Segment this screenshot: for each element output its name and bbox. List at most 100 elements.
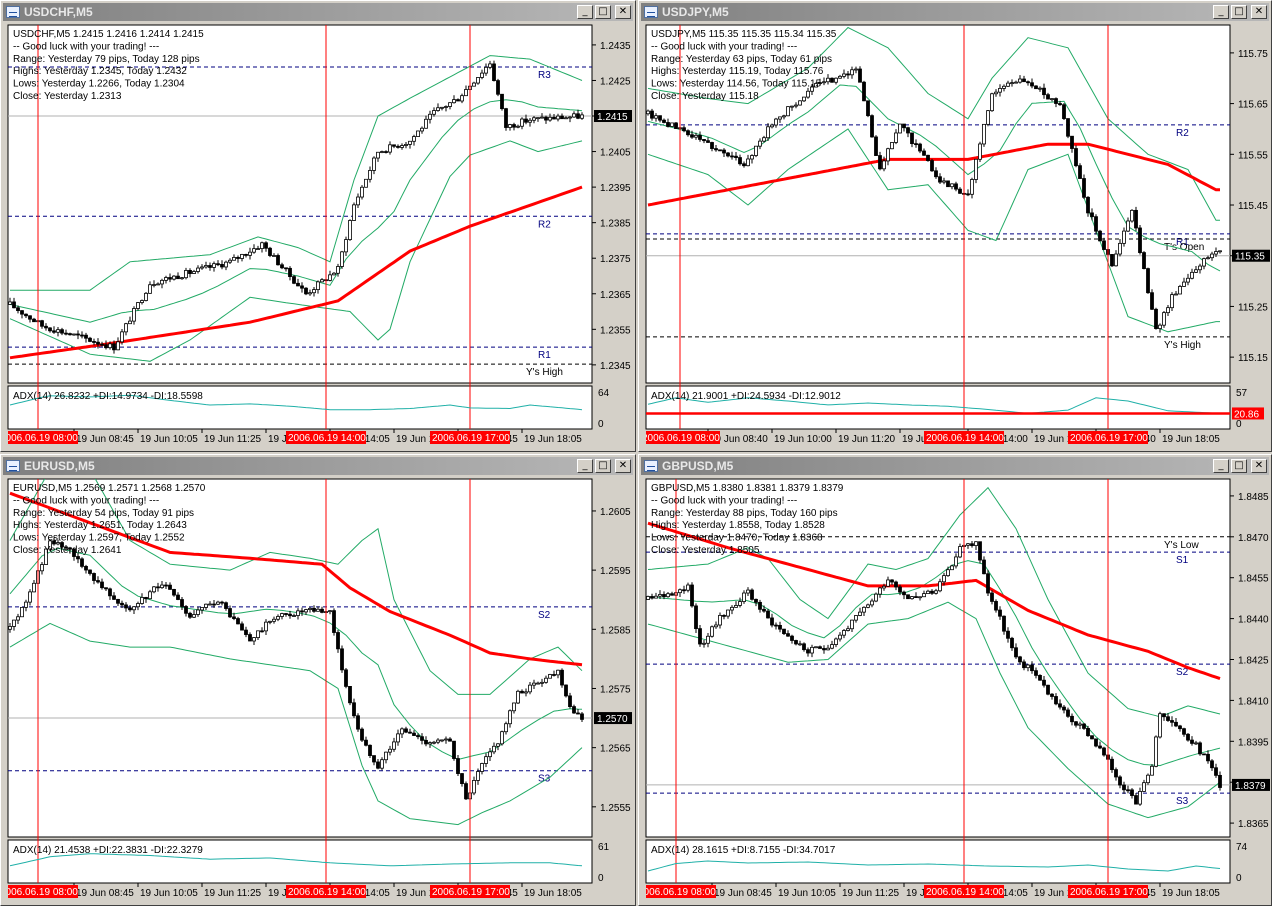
title-bar[interactable]: EURUSD,M5 _ □ ✕ (3, 457, 633, 475)
candle-body (874, 136, 878, 156)
maximize-button[interactable]: □ (595, 459, 611, 473)
candle-body (1102, 747, 1106, 756)
candle-body (1190, 739, 1194, 744)
candle-body (192, 271, 196, 274)
title-bar[interactable]: USDCHF,M5 _ □ ✕ (3, 3, 633, 21)
chart-window-icon (644, 6, 658, 18)
candle-body (942, 575, 946, 583)
candle-body (436, 107, 440, 111)
price-tick-label: 1.8395 (1238, 737, 1269, 748)
candle-body (938, 581, 942, 592)
chart-window-eurusd[interactable]: EURUSD,M5 _ □ ✕ S2 S3 EURUSD,M5 1.2569 1.2… (0, 454, 636, 906)
candle-body (650, 596, 654, 599)
close-button[interactable]: ✕ (615, 5, 631, 19)
candle-body (176, 594, 180, 600)
candle-body (228, 259, 232, 263)
chart-window-usdjpy[interactable]: USDJPY,M5 _ □ ✕ R2 R1 T's Open Y's High USDJ… (638, 0, 1272, 452)
chart-window-gbpusd[interactable]: GBPUSD,M5 _ □ ✕ Y's Low S1 S2 S3 GBPUSD,M5 1… (638, 454, 1272, 906)
price-chart[interactable]: R3 R2 R1 Y's High USDCHF,M5 1.2415 1.2416 1.… (1, 23, 635, 451)
minimize-button[interactable]: _ (577, 5, 593, 19)
candle-body (910, 132, 914, 145)
level-label: R2 (538, 219, 551, 230)
candle-body (328, 610, 332, 613)
candle-body (540, 116, 544, 119)
candle-body (1014, 647, 1018, 658)
candle-body (806, 90, 810, 98)
minimize-button[interactable]: _ (1213, 5, 1229, 19)
info-close: Close: Yesterday 1.2641 (13, 545, 122, 556)
title-bar[interactable]: USDJPY,M5 _ □ ✕ (641, 3, 1269, 21)
candle-body (356, 715, 360, 730)
candle-body (444, 738, 448, 741)
candle-body (216, 601, 220, 605)
candle-body (1134, 795, 1138, 805)
maximize-button[interactable]: □ (1231, 459, 1247, 473)
level-label: S2 (538, 610, 551, 621)
candle-body (172, 275, 176, 280)
candle-body (842, 630, 846, 636)
candle-body (758, 601, 762, 610)
close-button[interactable]: ✕ (615, 459, 631, 473)
time-label: 19 Jun 08:45 (76, 888, 134, 899)
time-label: 19 Jun 08:45 (76, 434, 134, 445)
candle-body (412, 136, 416, 142)
price-chart[interactable]: Y's LowS1S2S3GBPUSD,M5 1.8380 1.8381 1.8… (639, 477, 1271, 905)
candle-body (416, 130, 420, 137)
chart-window-icon (6, 6, 20, 18)
candle-body (196, 267, 200, 272)
close-button[interactable]: ✕ (1251, 459, 1267, 473)
candle-body (500, 93, 504, 110)
candle-body (388, 748, 392, 753)
maximize-button[interactable]: □ (595, 5, 611, 19)
candle-body (1178, 286, 1182, 295)
minimize-button[interactable]: _ (577, 459, 593, 473)
candle-body (866, 604, 870, 608)
price-chart[interactable]: S2S3EURUSD,M5 1.2569 1.2571 1.2568 1.257… (1, 477, 635, 905)
level-label: S3 (1176, 796, 1189, 807)
candle-body (128, 607, 132, 611)
candle-body (950, 183, 954, 188)
candle-body (516, 125, 520, 128)
candle-body (818, 646, 822, 649)
maximize-button[interactable]: □ (1231, 5, 1247, 19)
candle-body (180, 277, 184, 280)
candle-body (670, 593, 674, 596)
candle-body (376, 761, 380, 769)
title-bar[interactable]: GBPUSD,M5 _ □ ✕ (641, 457, 1269, 475)
candle-body (200, 266, 204, 269)
session-time-label: 2006.06.19 14:00 (288, 887, 366, 898)
price-chart[interactable]: R2R1T's OpenY's HighUSDJPY,M5 115.35 115… (639, 23, 1271, 451)
candle-body (1026, 81, 1030, 84)
candle-body (646, 110, 650, 115)
candle-body (762, 137, 766, 142)
candle-body (560, 115, 564, 120)
adx-label: ADX(14) 28.1615 +DI:8.7155 -DI:34.7017 (651, 845, 836, 856)
candle-body (830, 77, 834, 83)
info-range: Range: Yesterday 63 pips, Today 61 pips (651, 54, 832, 65)
candle-body (236, 618, 240, 625)
candle-body (966, 193, 970, 196)
candle-body (846, 628, 850, 631)
candle-body (1014, 81, 1018, 84)
candle-body (556, 115, 560, 120)
candle-body (926, 154, 930, 162)
time-label: 19 Jun 18:05 (1162, 888, 1220, 899)
close-button[interactable]: ✕ (1251, 5, 1267, 19)
candle-body (20, 606, 24, 618)
candle-body (28, 315, 32, 320)
candle-body (670, 122, 674, 127)
chart-window-usdchf[interactable]: USDCHF,M5 _ □ ✕ R3 R2 R1 Y's High USDCHF,M5 … (0, 0, 636, 452)
candle-body (400, 728, 404, 735)
candle-body (1022, 78, 1026, 83)
minimize-button[interactable]: _ (1213, 459, 1229, 473)
candle-body (488, 63, 492, 68)
candle-body (436, 739, 440, 743)
candle-body (404, 728, 408, 733)
candle-body (232, 257, 236, 261)
candle-body (1074, 721, 1078, 726)
candle-body (204, 603, 208, 608)
candle-body (288, 613, 292, 617)
candle-body (460, 773, 464, 785)
price-tick-label: 1.2555 (600, 803, 631, 814)
candle-body (1158, 324, 1162, 329)
